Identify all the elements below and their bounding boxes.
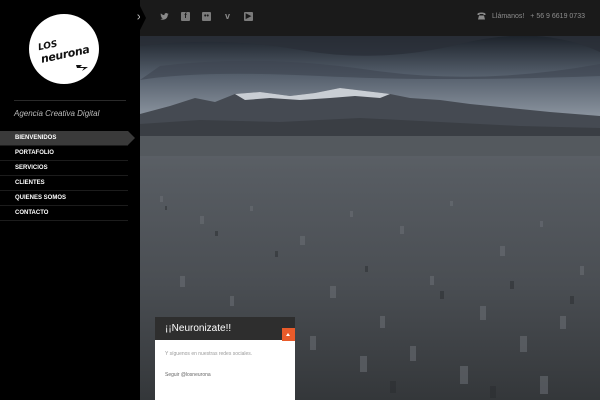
- vimeo-icon[interactable]: v: [223, 12, 232, 21]
- widget-text: Y síguenos en nuestras redes sociales.: [165, 351, 253, 357]
- close-tab-arrow: [140, 6, 146, 30]
- main-nav: BIENVENIDOS PORTAFOLIO SERVICIOS CLIENTE…: [0, 131, 135, 221]
- phone-label: Llámanos!: [492, 12, 525, 20]
- logo[interactable]: LOS neurona: [29, 14, 99, 84]
- phone-number[interactable]: + 56 9 6619 0733: [530, 13, 585, 20]
- widget-toggle-button[interactable]: [282, 328, 295, 341]
- phone-icon: [477, 12, 486, 20]
- logo-text: LOS neurona: [34, 32, 93, 65]
- nav-item-servicios[interactable]: SERVICIOS: [0, 161, 128, 176]
- follow-link[interactable]: Seguir @losneurona: [165, 372, 211, 378]
- follow-widget: ¡¡Neuronizate!! Y síguenos en nuestras r…: [155, 317, 295, 400]
- nav-item-contacto[interactable]: CONTACTO: [0, 206, 128, 221]
- divider: [14, 100, 126, 101]
- social-links: f •• v ▶: [160, 12, 253, 21]
- nav-item-portafolio[interactable]: PORTAFOLIO: [0, 146, 128, 161]
- twitter-icon[interactable]: [160, 12, 169, 21]
- widget-title: ¡¡Neuronizate!!: [165, 323, 232, 334]
- youtube-icon[interactable]: ▶: [244, 12, 253, 21]
- tagline: Agencia Creativa Digital: [14, 109, 100, 118]
- sidebar: LOS neurona Agencia Creativa Digital BIE…: [0, 0, 140, 400]
- facebook-icon[interactable]: f: [181, 12, 190, 21]
- nav-item-bienvenidos[interactable]: BIENVENIDOS: [0, 131, 135, 146]
- nav-item-quienes-somos[interactable]: QUIENES SOMOS: [0, 191, 128, 206]
- widget-header: ¡¡Neuronizate!!: [155, 317, 295, 341]
- flickr-icon[interactable]: ••: [202, 12, 211, 21]
- bolt-icon: [76, 65, 88, 71]
- phone-contact: Llámanos! + 56 9 6619 0733: [477, 12, 585, 20]
- nav-item-clientes[interactable]: CLIENTES: [0, 176, 128, 191]
